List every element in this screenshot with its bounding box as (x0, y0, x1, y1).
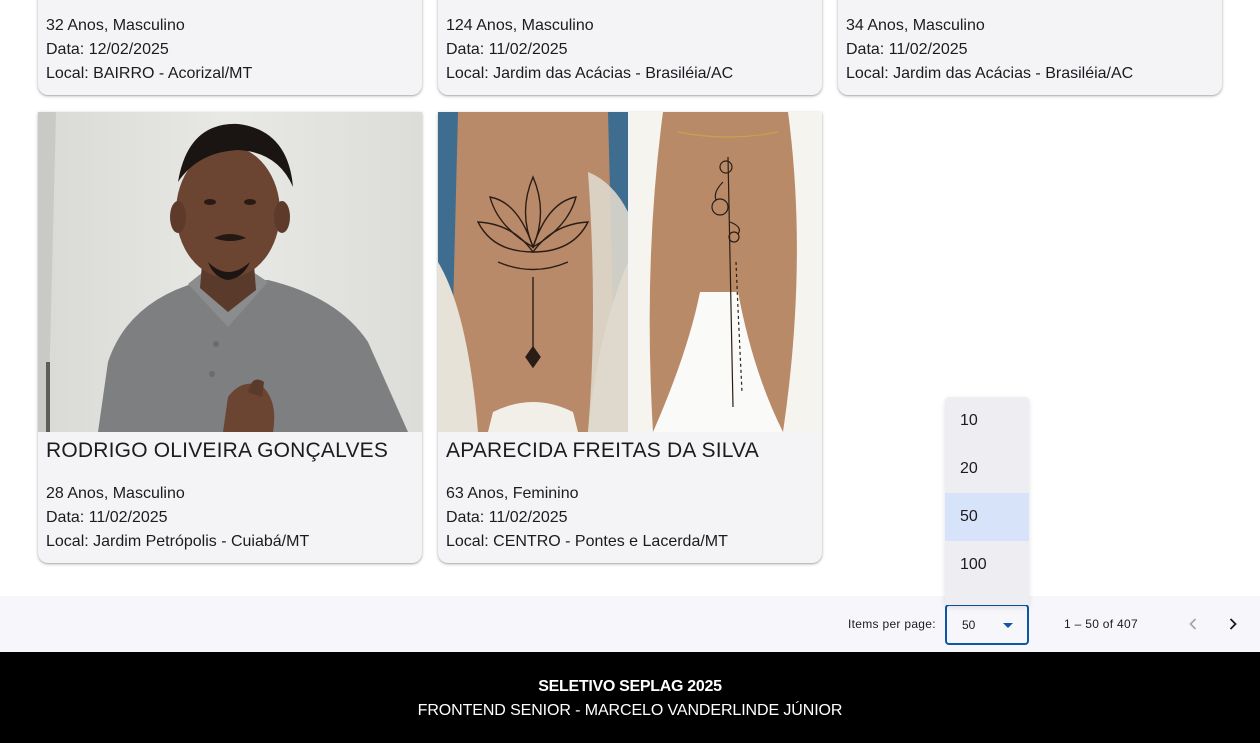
card-date: Data: 11/02/2025 (446, 41, 568, 58)
items-per-page-label: Items per page: (848, 617, 936, 631)
card-age-gender: 28 Anos, Masculino (46, 485, 185, 502)
footer: SELETIVO SEPLAG 2025 FRONTEND SENIOR - M… (0, 652, 1260, 743)
card-location: Local: Jardim das Acácias - Brasiléia/AC (446, 65, 734, 82)
page-size-options: 10 20 50 100 (945, 397, 1029, 605)
card-age-gender: 32 Anos, Masculino (46, 17, 185, 34)
card-date: Data: 11/02/2025 (46, 509, 168, 526)
card-age-gender: 34 Anos, Masculino (846, 17, 985, 34)
page-size-option-selected[interactable]: 50 (945, 493, 1029, 541)
card-details: 124 Anos, Masculino Data: 11/02/2025 Loc… (446, 14, 733, 86)
dropdown-arrow-icon (1003, 623, 1013, 628)
person-photo (38, 112, 422, 432)
chevron-left-icon (1189, 618, 1197, 630)
page-size-option[interactable]: 20 (945, 445, 1029, 493)
person-card[interactable]: RODRIGO OLIVEIRA GONÇALVES 28 Anos, Masc… (38, 112, 422, 563)
previous-page-button[interactable] (1177, 608, 1209, 640)
page-size-value: 50 (962, 618, 976, 632)
next-page-button[interactable] (1217, 608, 1249, 640)
card-location: Local: BAIRRO - Acorizal/MT (46, 65, 253, 82)
footer-title: SELETIVO SEPLAG 2025 (538, 678, 722, 695)
person-name: APARECIDA FREITAS DA SILVA (446, 439, 759, 462)
page-size-select[interactable]: 50 (945, 604, 1029, 645)
page-size-option[interactable]: 100 (945, 541, 1029, 589)
card-age-gender: 63 Anos, Feminino (446, 485, 579, 502)
chevron-right-icon (1229, 618, 1237, 630)
person-card[interactable]: 34 Anos, Masculino Data: 11/02/2025 Loca… (838, 0, 1222, 95)
person-name: RODRIGO OLIVEIRA GONÇALVES (46, 439, 389, 462)
page-size-option[interactable]: 10 (945, 397, 1029, 445)
card-details: 34 Anos, Masculino Data: 11/02/2025 Loca… (846, 14, 1133, 86)
card-location: Local: Jardim Petrópolis - Cuiabá/MT (46, 533, 310, 550)
paginator: Items per page: 50 1 – 50 of 407 (0, 596, 1260, 652)
person-card[interactable]: APARECIDA FREITAS DA SILVA 63 Anos, Femi… (438, 112, 822, 563)
card-details: 63 Anos, Feminino Data: 11/02/2025 Local… (446, 482, 728, 554)
person-card[interactable]: 124 Anos, Masculino Data: 11/02/2025 Loc… (438, 0, 822, 95)
card-age-gender: 124 Anos, Masculino (446, 17, 594, 34)
card-date: Data: 12/02/2025 (46, 41, 169, 58)
person-photo (438, 112, 822, 432)
card-date: Data: 11/02/2025 (446, 509, 568, 526)
footer-subtitle: FRONTEND SENIOR - MARCELO VANDERLINDE JÚ… (417, 702, 843, 719)
card-location: Local: Jardim das Acácias - Brasiléia/AC (846, 65, 1134, 82)
card-date: Data: 11/02/2025 (846, 41, 968, 58)
page-range-label: 1 – 50 of 407 (1064, 617, 1138, 631)
person-card[interactable]: 32 Anos, Masculino Data: 12/02/2025 Loca… (38, 0, 422, 95)
card-details: 28 Anos, Masculino Data: 11/02/2025 Loca… (46, 482, 309, 554)
page: 32 Anos, Masculino Data: 12/02/2025 Loca… (0, 0, 1260, 743)
card-location: Local: CENTRO - Pontes e Lacerda/MT (446, 533, 728, 550)
card-details: 32 Anos, Masculino Data: 12/02/2025 Loca… (46, 14, 252, 86)
